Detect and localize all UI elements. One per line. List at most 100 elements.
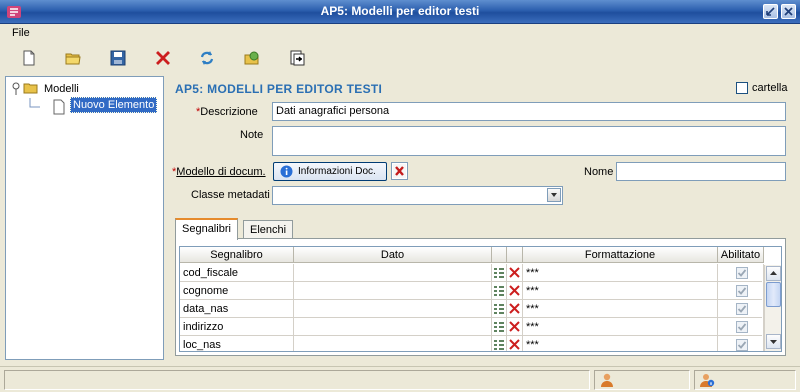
tree-list-icon[interactable]: [492, 282, 507, 300]
descrizione-label-text: Descrizione: [200, 106, 258, 118]
column-header-segnalibro[interactable]: Segnalibro: [180, 247, 294, 263]
abilitato-checkbox[interactable]: [736, 321, 748, 333]
column-header-abilitato[interactable]: Abilitato: [718, 247, 764, 263]
informazioni-doc-button[interactable]: Informazioni Doc.: [273, 162, 387, 181]
dato-cell[interactable]: [294, 264, 492, 282]
checkmark-icon: [737, 341, 747, 349]
chevron-down-icon: [770, 340, 777, 344]
table-row[interactable]: data_nas ***: [180, 300, 764, 318]
tree-node-connector: [28, 98, 68, 115]
column-header-dato[interactable]: Dato: [294, 247, 492, 263]
new-document-icon[interactable]: [20, 49, 38, 67]
descrizione-label: *Descrizione: [196, 106, 258, 118]
document-icon: [29, 98, 65, 115]
table-row[interactable]: loc_nas ***: [180, 336, 764, 351]
close-icon: [393, 164, 406, 178]
note-field[interactable]: [272, 126, 786, 156]
toolbar: [0, 43, 800, 73]
abilitato-checkbox[interactable]: [736, 339, 748, 351]
dato-cell[interactable]: [294, 300, 492, 318]
chevron-down-icon: [551, 193, 557, 197]
menu-file[interactable]: File: [12, 27, 30, 39]
checkmark-icon: [737, 287, 747, 295]
checkmark-icon: [737, 269, 747, 277]
dato-cell[interactable]: [294, 282, 492, 300]
folder-icon: [12, 82, 38, 95]
table-row[interactable]: cod_fiscale ***: [180, 264, 764, 282]
scrollbar-thumb[interactable]: [766, 282, 781, 307]
tree-list-icon[interactable]: [492, 300, 507, 318]
tree-list-icon[interactable]: [492, 336, 507, 351]
tree-list-icon[interactable]: [492, 318, 507, 336]
status-user[interactable]: [594, 370, 690, 390]
user-icon: [601, 373, 613, 387]
settings-icon[interactable]: [243, 49, 261, 67]
segnalibro-cell: data_nas: [180, 300, 294, 318]
delete-icon[interactable]: [154, 49, 172, 67]
abilitato-checkbox[interactable]: [736, 303, 748, 315]
column-header-formattazione[interactable]: Formattazione: [523, 247, 718, 263]
dato-cell[interactable]: [294, 318, 492, 336]
close-button[interactable]: [781, 4, 796, 19]
status-message: [4, 370, 590, 390]
menu-bar: File: [0, 24, 800, 43]
formattazione-cell[interactable]: ***: [523, 300, 718, 318]
tab-elenchi[interactable]: Elenchi: [243, 220, 294, 240]
segnalibro-cell: cod_fiscale: [180, 264, 294, 282]
modello-label-text: Modello di docum.: [176, 166, 266, 178]
column-header-blank-1: [492, 247, 507, 263]
delete-row-icon[interactable]: [507, 318, 523, 336]
checkmark-icon: [737, 323, 747, 331]
delete-row-icon[interactable]: [507, 282, 523, 300]
classe-label: Classe metadati: [191, 189, 270, 201]
nome-field[interactable]: [616, 162, 786, 181]
vertical-scrollbar[interactable]: [764, 265, 781, 351]
delete-row-icon[interactable]: [507, 264, 523, 282]
export-icon[interactable]: [288, 49, 306, 67]
segnalibro-cell: cognome: [180, 282, 294, 300]
status-bar: [0, 366, 800, 392]
info-icon: [280, 165, 293, 178]
abilitato-checkbox[interactable]: [736, 285, 748, 297]
tree-item-nuovo-elemento[interactable]: Nuovo Elemento: [70, 97, 158, 113]
tree-node-modelli[interactable]: [12, 81, 44, 97]
descrizione-field[interactable]: Dati anagrafici persona: [272, 102, 786, 121]
tree-list-icon[interactable]: [492, 264, 507, 282]
segnalibro-cell: loc_nas: [180, 336, 294, 351]
tree-panel: Modelli Nuovo Elemento: [5, 76, 164, 360]
delete-row-icon[interactable]: [507, 300, 523, 318]
table-row[interactable]: cognome ***: [180, 282, 764, 300]
cartella-label: cartella: [752, 82, 788, 94]
scroll-down-button[interactable]: [766, 334, 781, 349]
nome-label: Nome: [584, 166, 614, 178]
formattazione-cell[interactable]: ***: [523, 318, 718, 336]
formattazione-cell[interactable]: ***: [523, 264, 718, 282]
formattazione-cell[interactable]: ***: [523, 282, 718, 300]
segnalibro-cell: indirizzo: [180, 318, 294, 336]
restore-button[interactable]: [763, 4, 778, 19]
modello-label: *Modello di docum.: [172, 166, 266, 178]
delete-row-icon[interactable]: [507, 336, 523, 351]
chevron-up-icon: [770, 271, 777, 275]
save-icon[interactable]: [109, 49, 127, 67]
column-header-blank-2: [507, 247, 523, 263]
scroll-up-button[interactable]: [766, 266, 781, 281]
abilitato-checkbox[interactable]: [736, 267, 748, 279]
user-info-icon: [700, 374, 715, 387]
classe-metadati-select[interactable]: [272, 186, 563, 205]
note-label: Note: [240, 129, 264, 141]
clear-modello-button[interactable]: [391, 162, 408, 180]
formattazione-cell[interactable]: ***: [523, 336, 718, 351]
open-folder-icon[interactable]: [64, 49, 82, 67]
classe-dropdown-button[interactable]: [547, 188, 561, 202]
restore-icon: [766, 7, 775, 16]
refresh-icon[interactable]: [198, 49, 216, 67]
tree-label-modelli[interactable]: Modelli: [44, 83, 79, 95]
table-row[interactable]: indirizzo ***: [180, 318, 764, 336]
checkbox-box[interactable]: [736, 82, 748, 94]
status-user-info[interactable]: [694, 370, 796, 390]
checkmark-icon: [737, 305, 747, 313]
dato-cell[interactable]: [294, 336, 492, 351]
tab-segnalibri[interactable]: Segnalibri: [175, 218, 238, 240]
informazioni-doc-label: Informazioni Doc.: [298, 166, 376, 177]
